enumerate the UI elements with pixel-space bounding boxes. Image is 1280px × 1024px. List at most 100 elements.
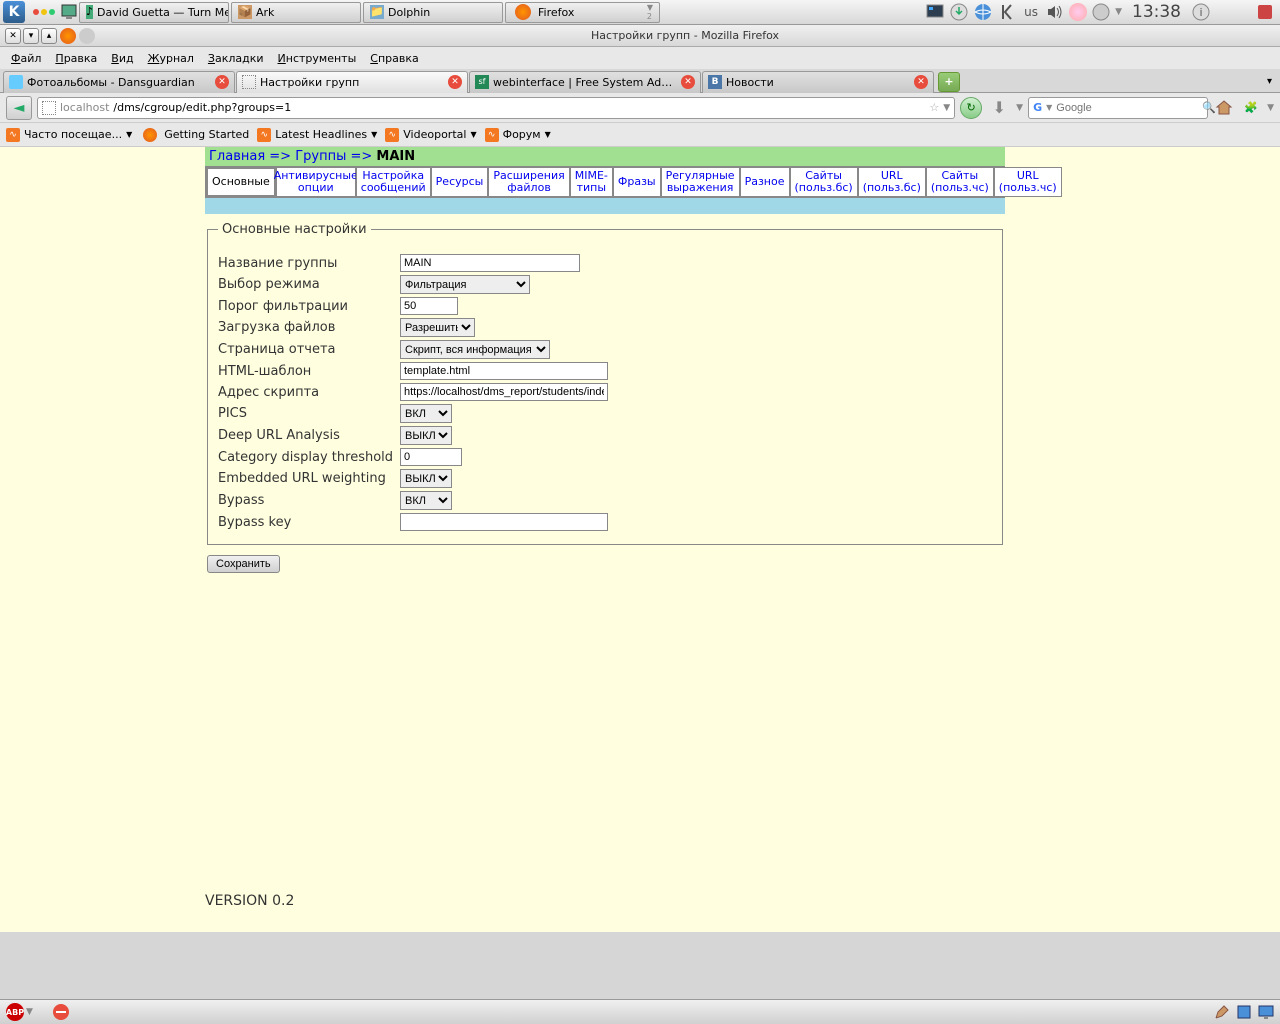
search-bar[interactable]: G ▼ 🔍 bbox=[1028, 97, 1208, 119]
globe-icon[interactable] bbox=[973, 2, 993, 22]
save-button[interactable]: Сохранить bbox=[207, 555, 280, 573]
minimize-window-button[interactable]: ▾ bbox=[23, 28, 39, 44]
activity-indicator[interactable] bbox=[33, 9, 55, 15]
browser-tab[interactable]: BНовости✕ bbox=[702, 71, 934, 93]
browser-tab-active[interactable]: Настройки групп✕ bbox=[236, 71, 468, 93]
page-tab[interactable]: Настройка сообщений bbox=[356, 167, 431, 197]
breadcrumb-home[interactable]: Главная bbox=[209, 149, 265, 164]
menu-tools[interactable]: Инструменты bbox=[272, 50, 363, 67]
select-deepurl[interactable]: ВЫКЛ bbox=[400, 426, 452, 445]
google-icon[interactable]: G bbox=[1033, 101, 1042, 115]
config-icon[interactable] bbox=[1236, 1004, 1252, 1020]
menu-view[interactable]: Вид bbox=[105, 50, 139, 67]
select-bypass[interactable]: ВКЛ bbox=[400, 491, 452, 510]
input-script[interactable] bbox=[400, 383, 608, 401]
info-icon[interactable]: i bbox=[1191, 2, 1211, 22]
tab-label: webinterface | Free System Administr... bbox=[493, 76, 677, 89]
page-tab[interactable]: MIME-типы bbox=[570, 167, 613, 197]
monitor-icon[interactable] bbox=[1258, 1004, 1274, 1020]
download-icon[interactable]: ⬇ bbox=[987, 96, 1011, 120]
page-tab[interactable]: Фразы bbox=[613, 167, 661, 197]
page-tab[interactable]: Расширения файлов bbox=[488, 167, 569, 197]
taskbar-app[interactable]: ♪David Guetta — Turn Me O bbox=[79, 2, 229, 23]
tab-close-button[interactable]: ✕ bbox=[914, 75, 928, 89]
new-tab-button[interactable]: + bbox=[938, 72, 960, 92]
menu-bookmarks[interactable]: Закладки bbox=[202, 50, 270, 67]
expand-tray[interactable]: ▼ bbox=[1115, 7, 1122, 17]
page-viewport[interactable]: Главная => Группы => MAIN Основные Антив… bbox=[0, 147, 1280, 932]
bookmark-star-icon[interactable]: ☆ bbox=[929, 101, 939, 114]
menu-history[interactable]: Журнал bbox=[142, 50, 200, 67]
addon-icon[interactable]: 🧩 bbox=[1240, 97, 1262, 119]
page-tab[interactable]: URL (польз.чс) bbox=[994, 167, 1062, 197]
home-button[interactable] bbox=[1213, 97, 1235, 119]
notification-icon[interactable] bbox=[1255, 2, 1275, 22]
abp-dropdown[interactable]: ▼ bbox=[26, 1007, 33, 1017]
input-group-name[interactable] bbox=[400, 254, 580, 272]
klipper-icon[interactable] bbox=[1091, 2, 1111, 22]
browser-tab[interactable]: Фотоальбомы - Dansguardian✕ bbox=[3, 71, 235, 93]
back-button[interactable]: ◄ bbox=[6, 96, 32, 120]
input-catthresh[interactable] bbox=[400, 448, 462, 466]
updates-icon[interactable] bbox=[949, 2, 969, 22]
breadcrumb-groups[interactable]: Группы bbox=[295, 149, 346, 164]
bookmark-item[interactable]: ∿Latest Headlines▼ bbox=[257, 128, 377, 142]
firefox-icon bbox=[60, 28, 76, 44]
clock[interactable]: 13:38 bbox=[1126, 2, 1187, 22]
weather-icon[interactable] bbox=[1069, 3, 1087, 21]
close-window-button[interactable]: ✕ bbox=[5, 28, 21, 44]
url-bar[interactable]: localhost/dms/cgroup/edit.php?groups=1 ☆… bbox=[37, 97, 955, 119]
page-tab[interactable]: Антивирусные опции bbox=[276, 167, 356, 197]
input-threshold[interactable] bbox=[400, 297, 458, 315]
page-tab[interactable]: URL (польз.бс) bbox=[858, 167, 926, 197]
bookmark-item[interactable]: ∿Videoportal▼ bbox=[385, 128, 476, 142]
tab-close-button[interactable]: ✕ bbox=[448, 75, 462, 89]
taskbar-app[interactable]: 📦Ark bbox=[231, 2, 361, 23]
taskbar-app[interactable]: Firefox▼2 bbox=[505, 2, 660, 23]
select-report[interactable]: Скрипт, вся информация bbox=[400, 340, 550, 359]
select-pics[interactable]: ВКЛ bbox=[400, 404, 452, 423]
page-tab[interactable]: Ресурсы bbox=[431, 167, 489, 197]
site-identity-icon[interactable] bbox=[42, 101, 56, 115]
tab-close-button[interactable]: ✕ bbox=[215, 75, 229, 89]
clipboard-icon[interactable] bbox=[997, 2, 1017, 22]
bookmark-item[interactable]: Getting Started bbox=[140, 128, 249, 142]
desktop-icon[interactable] bbox=[60, 3, 78, 21]
maximize-window-button[interactable]: ▴ bbox=[41, 28, 57, 44]
edit-icon[interactable] bbox=[1214, 1004, 1230, 1020]
volume-icon[interactable] bbox=[1045, 2, 1065, 22]
url-dropdown[interactable]: ▼ bbox=[943, 103, 950, 113]
search-input[interactable] bbox=[1056, 102, 1198, 114]
page-tab[interactable]: Разное bbox=[740, 167, 790, 197]
select-download[interactable]: Разрешить bbox=[400, 318, 475, 337]
page-tab-main[interactable]: Основные bbox=[206, 167, 276, 197]
input-template[interactable] bbox=[400, 362, 608, 380]
download-dropdown[interactable]: ▼ bbox=[1016, 103, 1023, 113]
menu-file[interactable]: Файл bbox=[5, 50, 47, 67]
firefox-icon bbox=[143, 128, 157, 142]
reload-button[interactable]: ↻ bbox=[960, 97, 982, 119]
label-threshold: Порог фильтрации bbox=[218, 299, 400, 314]
select-embedded[interactable]: ВЫКЛ bbox=[400, 469, 452, 488]
noscript-icon[interactable] bbox=[53, 1004, 69, 1020]
taskbar-app[interactable]: 📁Dolphin bbox=[363, 2, 503, 23]
kde-menu-button[interactable]: K bbox=[3, 1, 25, 23]
select-mode[interactable]: Фильтрация bbox=[400, 275, 530, 294]
menu-help[interactable]: Справка bbox=[364, 50, 424, 67]
keyboard-layout[interactable]: us bbox=[1021, 2, 1041, 22]
page-tab[interactable]: Сайты (польз.чс) bbox=[926, 167, 994, 197]
label-embedded: Embedded URL weighting bbox=[218, 471, 400, 486]
bookmark-item[interactable]: ∿Часто посещае...▼ bbox=[6, 128, 132, 142]
browser-tab[interactable]: sfwebinterface | Free System Administr..… bbox=[469, 71, 701, 93]
tab-close-button[interactable]: ✕ bbox=[681, 75, 695, 89]
window-titlebar: ✕ ▾ ▴ Настройки групп - Mozilla Firefox bbox=[0, 25, 1280, 47]
page-tab[interactable]: Регулярные выражения bbox=[661, 167, 740, 197]
page-tab[interactable]: Сайты (польз.бс) bbox=[790, 167, 858, 197]
monitor-icon[interactable] bbox=[925, 2, 945, 22]
tabs-dropdown[interactable]: ▾ bbox=[1262, 76, 1277, 87]
bookmark-item[interactable]: ∿Форум▼ bbox=[485, 128, 551, 142]
menu-edit[interactable]: Правка bbox=[49, 50, 103, 67]
input-bypasskey[interactable] bbox=[400, 513, 608, 531]
rss-icon: ∿ bbox=[6, 128, 20, 142]
adblock-icon[interactable]: ABP bbox=[6, 1003, 24, 1021]
